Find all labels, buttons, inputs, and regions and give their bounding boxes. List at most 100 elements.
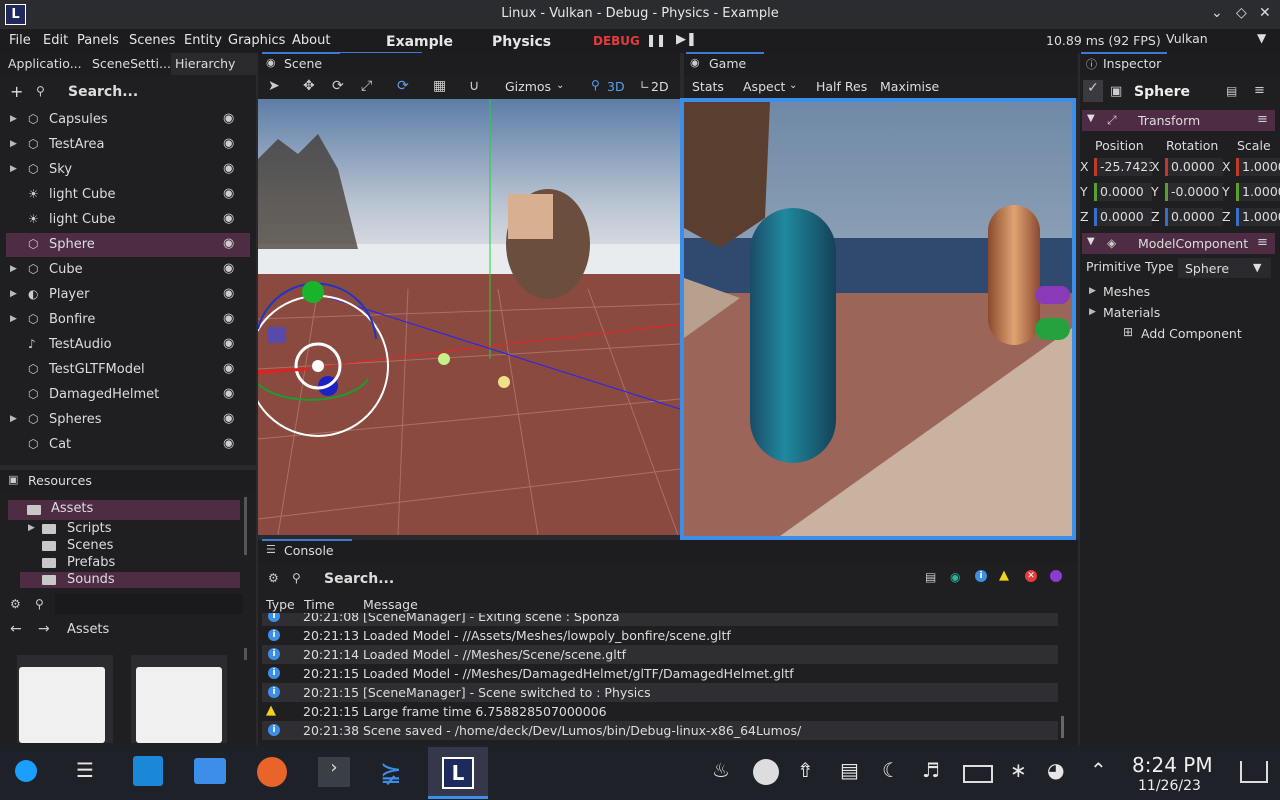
console-scrollbar[interactable]: [1061, 716, 1064, 738]
wifi-icon[interactable]: ◕: [1047, 758, 1064, 782]
rotation-field[interactable]: 0.0000: [1165, 208, 1223, 226]
night-mode-icon[interactable]: ☾: [882, 758, 900, 782]
resource-folder[interactable]: Prefabs: [20, 555, 240, 571]
battery-icon[interactable]: [963, 765, 993, 783]
universal-tool-icon[interactable]: ⟳: [397, 78, 409, 94]
chevron-right-icon[interactable]: ▶: [10, 289, 17, 299]
steam-deck-logo[interactable]: [15, 760, 37, 782]
console-search-input[interactable]: Search...: [324, 571, 394, 587]
update-icon[interactable]: ⇮: [797, 758, 814, 782]
chevron-right-icon[interactable]: ▶: [1089, 307, 1096, 317]
critical-filter-icon[interactable]: [1050, 570, 1062, 582]
aspect-dropdown[interactable]: Aspect: [743, 79, 785, 94]
taskbar-date[interactable]: 11/26/23: [1138, 778, 1201, 794]
warning-filter-icon[interactable]: ▲: [999, 568, 1009, 583]
system-settings-icon[interactable]: ☰: [76, 758, 94, 782]
eye-icon[interactable]: ◉: [223, 186, 234, 201]
hierarchy-item[interactable]: ☀ light Cube ◉: [6, 183, 250, 207]
vscode-icon[interactable]: ⪶: [380, 757, 402, 787]
eye-icon[interactable]: ◉: [223, 261, 234, 276]
eye-icon[interactable]: ◉: [223, 111, 234, 126]
project-name[interactable]: Example: [386, 34, 453, 50]
eye-icon[interactable]: ◉: [223, 311, 234, 326]
chevron-right-icon[interactable]: ▶: [10, 264, 17, 274]
console-row[interactable]: ▲ 20:21:15 Large frame time 6.758828507000…: [262, 702, 1058, 721]
materials-node[interactable]: Materials: [1103, 305, 1160, 320]
eye-icon[interactable]: ◉: [223, 436, 234, 451]
entity-name[interactable]: Sphere: [1134, 84, 1190, 100]
add-component-button[interactable]: Add Component: [1141, 326, 1242, 341]
menu-about[interactable]: About: [292, 33, 330, 48]
back-arrow-icon[interactable]: ←: [10, 621, 22, 637]
rotation-field[interactable]: -0.0000: [1165, 183, 1223, 201]
mode-3d-button[interactable]: 3D: [607, 79, 625, 94]
snap-magnet-icon[interactable]: ∪: [469, 78, 479, 94]
minimize-icon[interactable]: ⌄: [1211, 5, 1223, 21]
chevron-right-icon[interactable]: ▶: [10, 139, 17, 149]
scene-viewport[interactable]: [258, 99, 680, 535]
resources-scrollbar[interactable]: [244, 497, 247, 555]
resource-folder[interactable]: Scenes: [20, 538, 240, 554]
sliders-icon[interactable]: ≡: [1257, 112, 1268, 127]
move-tool-icon[interactable]: ✥: [303, 78, 315, 94]
settings-icon[interactable]: ⚙: [268, 571, 279, 585]
sliders-icon[interactable]: ≡: [1254, 83, 1265, 98]
tab-game[interactable]: Game: [709, 56, 746, 71]
save-icon[interactable]: ▤: [1226, 84, 1237, 98]
maximize-icon[interactable]: ◇: [1236, 5, 1247, 21]
tab-resources[interactable]: Resources: [28, 473, 92, 488]
rotate-tool-icon[interactable]: ⟳: [332, 78, 344, 94]
chevron-right-icon[interactable]: ▶: [10, 314, 17, 324]
eye-icon[interactable]: ◉: [223, 136, 234, 151]
hierarchy-item[interactable]: ▶ ⬡ Sky ◉: [6, 158, 250, 182]
chevron-right-icon[interactable]: ▶: [10, 164, 17, 174]
console-row[interactable]: i 20:21:14 Loaded Model - //Meshes/Scene/s…: [262, 645, 1058, 664]
scale-field[interactable]: 1.0000: [1236, 208, 1280, 226]
scale-tool-icon[interactable]: ⤢: [361, 78, 372, 94]
half-res-button[interactable]: Half Res: [816, 79, 867, 94]
scale-field[interactable]: 1.0000: [1236, 158, 1280, 176]
resource-folder[interactable]: Sounds: [20, 572, 240, 588]
settings-icon[interactable]: ⚙: [10, 597, 21, 611]
tab-inspector[interactable]: Inspector: [1103, 56, 1161, 71]
volume-icon[interactable]: ♬: [922, 758, 940, 782]
tab-scene[interactable]: Scene: [284, 56, 322, 71]
tab-scene-settings[interactable]: SceneSetti...: [92, 56, 171, 71]
add-icon[interactable]: +: [10, 82, 23, 101]
menu-graphics[interactable]: Graphics: [228, 33, 285, 48]
eye-icon[interactable]: ◉: [223, 411, 234, 426]
menu-panels[interactable]: Panels: [77, 33, 119, 48]
chevron-right-icon[interactable]: ▶: [10, 114, 17, 124]
taskbar-time[interactable]: 8:24 PM: [1132, 753, 1213, 777]
hierarchy-item[interactable]: ▶ ◐ Player ◉: [6, 283, 250, 307]
sliders-icon[interactable]: ≡: [1257, 235, 1268, 250]
tab-hierarchy[interactable]: Hierarchy: [175, 56, 235, 71]
resource-search-input[interactable]: [55, 594, 243, 614]
hierarchy-item[interactable]: ⬡ Sphere ◉: [6, 233, 250, 257]
folder-tile[interactable]: [131, 655, 227, 743]
resource-folder[interactable]: ▶ Scripts: [20, 521, 240, 537]
eye-icon[interactable]: ◉: [223, 386, 234, 401]
console-row[interactable]: i 20:21:38 Scene saved - /home/deck/Dev/Lu…: [262, 721, 1058, 740]
chevron-right-icon[interactable]: ▶: [10, 414, 17, 424]
clipboard-icon[interactable]: ▤: [840, 758, 859, 782]
message-icon[interactable]: ▤: [925, 570, 936, 584]
chevron-up-icon[interactable]: ⌃: [1090, 758, 1107, 782]
pause-icon[interactable]: ❚❚: [646, 33, 666, 47]
menu-file[interactable]: File: [9, 33, 31, 48]
active-checkbox[interactable]: ✓: [1083, 80, 1103, 102]
meshes-node[interactable]: Meshes: [1103, 284, 1150, 299]
console-row[interactable]: i 20:21:15 Loaded Model - //Meshes/Damaged…: [262, 664, 1058, 683]
chevron-down-icon[interactable]: ▼: [1257, 31, 1266, 45]
hierarchy-item[interactable]: ⬡ Cat ◉: [6, 433, 250, 457]
position-field[interactable]: 0.0000: [1094, 208, 1152, 226]
bug-icon[interactable]: ◉: [950, 570, 960, 584]
tab-application[interactable]: Applicatio...: [8, 56, 82, 71]
hierarchy-item[interactable]: ▶ ⬡ TestArea ◉: [6, 133, 250, 157]
resource-folder[interactable]: Assets: [8, 500, 240, 520]
tab-console[interactable]: Console: [284, 543, 334, 558]
terminal-icon[interactable]: ›: [318, 757, 350, 787]
eye-icon[interactable]: ◉: [223, 161, 234, 176]
console-row[interactable]: i 20:21:13 Loaded Model - //Assets/Meshes/…: [262, 626, 1058, 645]
hierarchy-item[interactable]: ☀ light Cube ◉: [6, 208, 250, 232]
